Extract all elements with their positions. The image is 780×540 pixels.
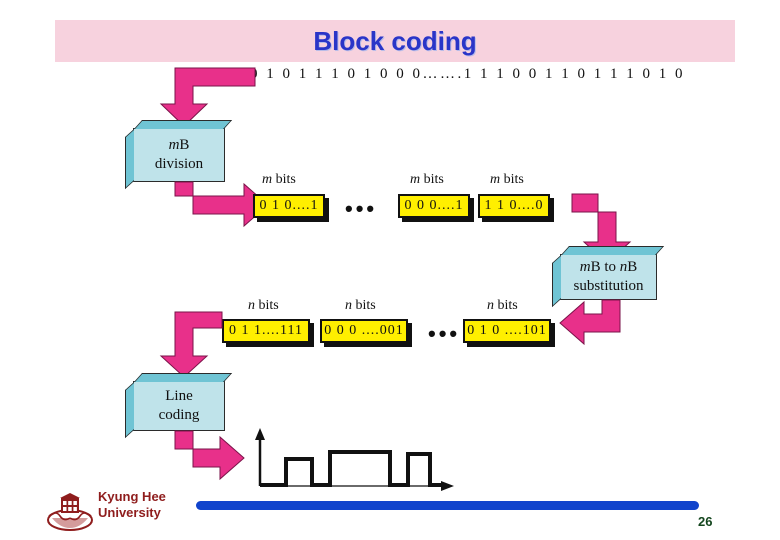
m-bits-chip-3: 1 1 0....0	[478, 194, 550, 218]
n-bits-chip-2: 0 0 0 ....001	[320, 319, 408, 343]
box-3d-top-face	[561, 246, 665, 255]
n-bits-label-1: n bits	[248, 298, 279, 313]
arrow-bitstream-to-division	[159, 67, 256, 127]
page-number: 26	[698, 514, 713, 529]
m-bits-label-3: m bits	[490, 172, 524, 187]
waveform-y-axis-arrowhead	[255, 428, 265, 440]
m-bits-chip-2: 0 0 0....1	[398, 194, 470, 218]
box-3d-top-face	[134, 373, 233, 382]
n-bits-label-2: n bits	[345, 298, 376, 313]
n-bits-chip-3: 0 1 0 ....101	[463, 319, 551, 343]
arrow-nbits-to-line-coding	[159, 311, 223, 378]
slide-canvas: Block coding 0 1 0 1 1 1 0 1 0 0 0…….1 1…	[0, 0, 780, 540]
waveform-signal-trace	[260, 450, 446, 487]
footer-divider-bar	[196, 501, 699, 510]
university-name-line1: Kyung Hee	[98, 489, 166, 504]
input-bitstream-text: 0 1 0 1 1 1 0 1 0 0 0…….1 1 1 0 0 1 1 0 …	[250, 66, 685, 82]
m-bits-chip-1: 0 1 0....1	[253, 194, 325, 218]
process-box-mb-division: mB division	[125, 120, 233, 190]
n-bits-label-3: n bits	[487, 298, 518, 313]
process-box-mb-to-nb-substitution: mB to nB substitution	[552, 246, 665, 308]
substitution-label-line1: mB to nB	[579, 259, 638, 276]
substitution-label-line2: substitution	[573, 278, 644, 294]
kyung-hee-university-logo	[47, 493, 93, 531]
line-coding-label-line2: coding	[158, 407, 200, 423]
division-label-line1: mB	[168, 137, 190, 154]
university-name-line2: University	[98, 505, 161, 521]
signal-waveform	[255, 428, 454, 491]
process-box-line-coding: Line coding	[125, 373, 233, 439]
m-bits-label-1: m bits	[262, 172, 296, 187]
box-3d-left-face	[125, 129, 134, 190]
n-bits-ellipsis: •••	[428, 321, 461, 346]
box-3d-top-face	[134, 120, 233, 129]
m-bits-ellipsis: •••	[345, 196, 378, 221]
page-title: Block coding	[313, 26, 477, 56]
arrow-substitution-to-nbits	[559, 299, 621, 346]
division-label-line2: division	[154, 156, 204, 172]
line-coding-label-line1: Line	[165, 388, 193, 405]
box-3d-left-face	[125, 382, 134, 439]
university-name: Kyung Hee University	[98, 489, 166, 522]
m-bits-label-2: m bits	[410, 172, 444, 187]
